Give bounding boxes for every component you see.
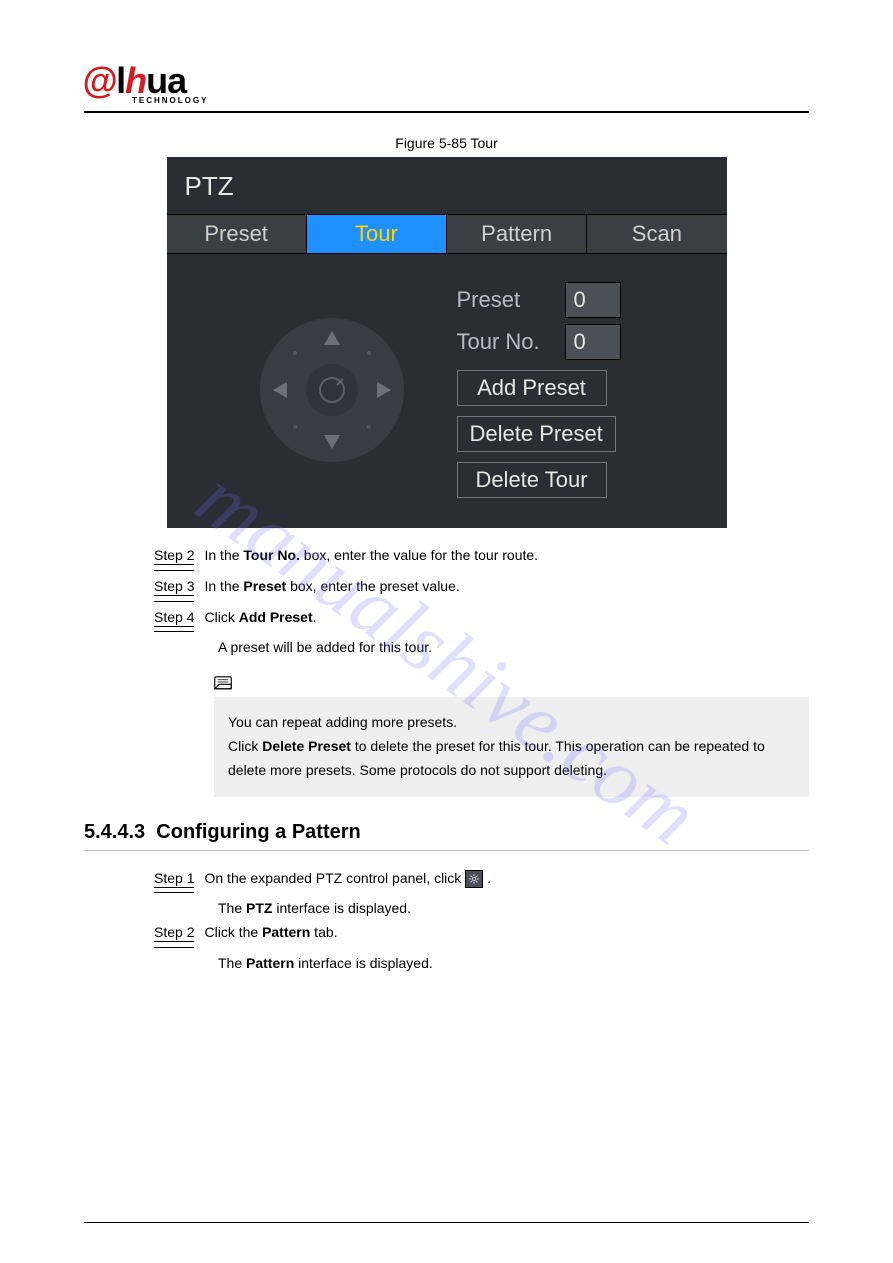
tourno-label: Tour No. xyxy=(457,329,557,355)
logo-at: @ xyxy=(82,60,116,102)
tab-pattern[interactable]: Pattern xyxy=(447,215,587,253)
dpad-icon xyxy=(257,315,407,465)
step-3-text: In the Preset box, enter the preset valu… xyxy=(204,575,809,602)
footer-divider xyxy=(84,1222,809,1223)
ptz-window: PTZ Preset Tour Pattern Scan xyxy=(167,157,727,528)
note-box: You can repeat adding more presets. Clic… xyxy=(214,697,809,796)
note-icon xyxy=(214,676,232,691)
tab-preset[interactable]: Preset xyxy=(167,215,307,253)
sec-step-2-text: Click the Pattern tab. xyxy=(204,921,809,948)
header-divider xyxy=(84,111,809,113)
tourno-input[interactable]: 0 xyxy=(565,324,621,360)
ptz-window-title: PTZ xyxy=(167,157,727,214)
preset-label: Preset xyxy=(457,287,557,313)
ptz-direction-pad[interactable] xyxy=(247,282,417,498)
note-line-2: Click Delete Preset to delete the preset… xyxy=(228,735,795,783)
figure-caption: Figure 5-85 Tour xyxy=(84,135,809,151)
step-2-text: In the Tour No. box, enter the value for… xyxy=(204,544,809,571)
step-4-sub: A preset will be added for this tour. xyxy=(218,636,809,660)
section-number: 5.4.4.3 xyxy=(84,821,145,843)
sec-step-2-sub: The Pattern interface is displayed. xyxy=(218,952,809,976)
tab-scan[interactable]: Scan xyxy=(587,215,726,253)
delete-tour-button[interactable]: Delete Tour xyxy=(457,462,607,498)
add-preset-button[interactable]: Add Preset xyxy=(457,370,607,406)
sec-step-1-label: Step 1 xyxy=(154,867,194,894)
preset-input[interactable]: 0 xyxy=(565,282,621,318)
logo-l: l xyxy=(116,60,125,102)
sec-step-1-text: On the expanded PTZ control panel, click… xyxy=(204,867,809,894)
step-4-label: Step 4 xyxy=(154,606,194,633)
logo-subtext: TECHNOLOGY xyxy=(132,96,809,105)
tab-tour[interactable]: Tour xyxy=(307,215,447,253)
section-heading: 5.4.4.3 Configuring a Pattern xyxy=(84,821,809,851)
delete-preset-button[interactable]: Delete Preset xyxy=(457,416,616,452)
step-2-label: Step 2 xyxy=(154,544,194,571)
sec-step-1-sub: The PTZ interface is displayed. xyxy=(218,897,809,921)
note-line-1: You can repeat adding more presets. xyxy=(228,711,795,735)
step-3-label: Step 3 xyxy=(154,575,194,602)
gear-icon xyxy=(465,870,483,888)
sec-step-2-label: Step 2 xyxy=(154,921,194,948)
ptz-tabs: Preset Tour Pattern Scan xyxy=(167,214,727,254)
section-title: Configuring a Pattern xyxy=(156,821,360,843)
brand-logo: @lhua TECHNOLOGY xyxy=(84,60,809,105)
step-4-text: Click Add Preset. xyxy=(204,606,809,633)
